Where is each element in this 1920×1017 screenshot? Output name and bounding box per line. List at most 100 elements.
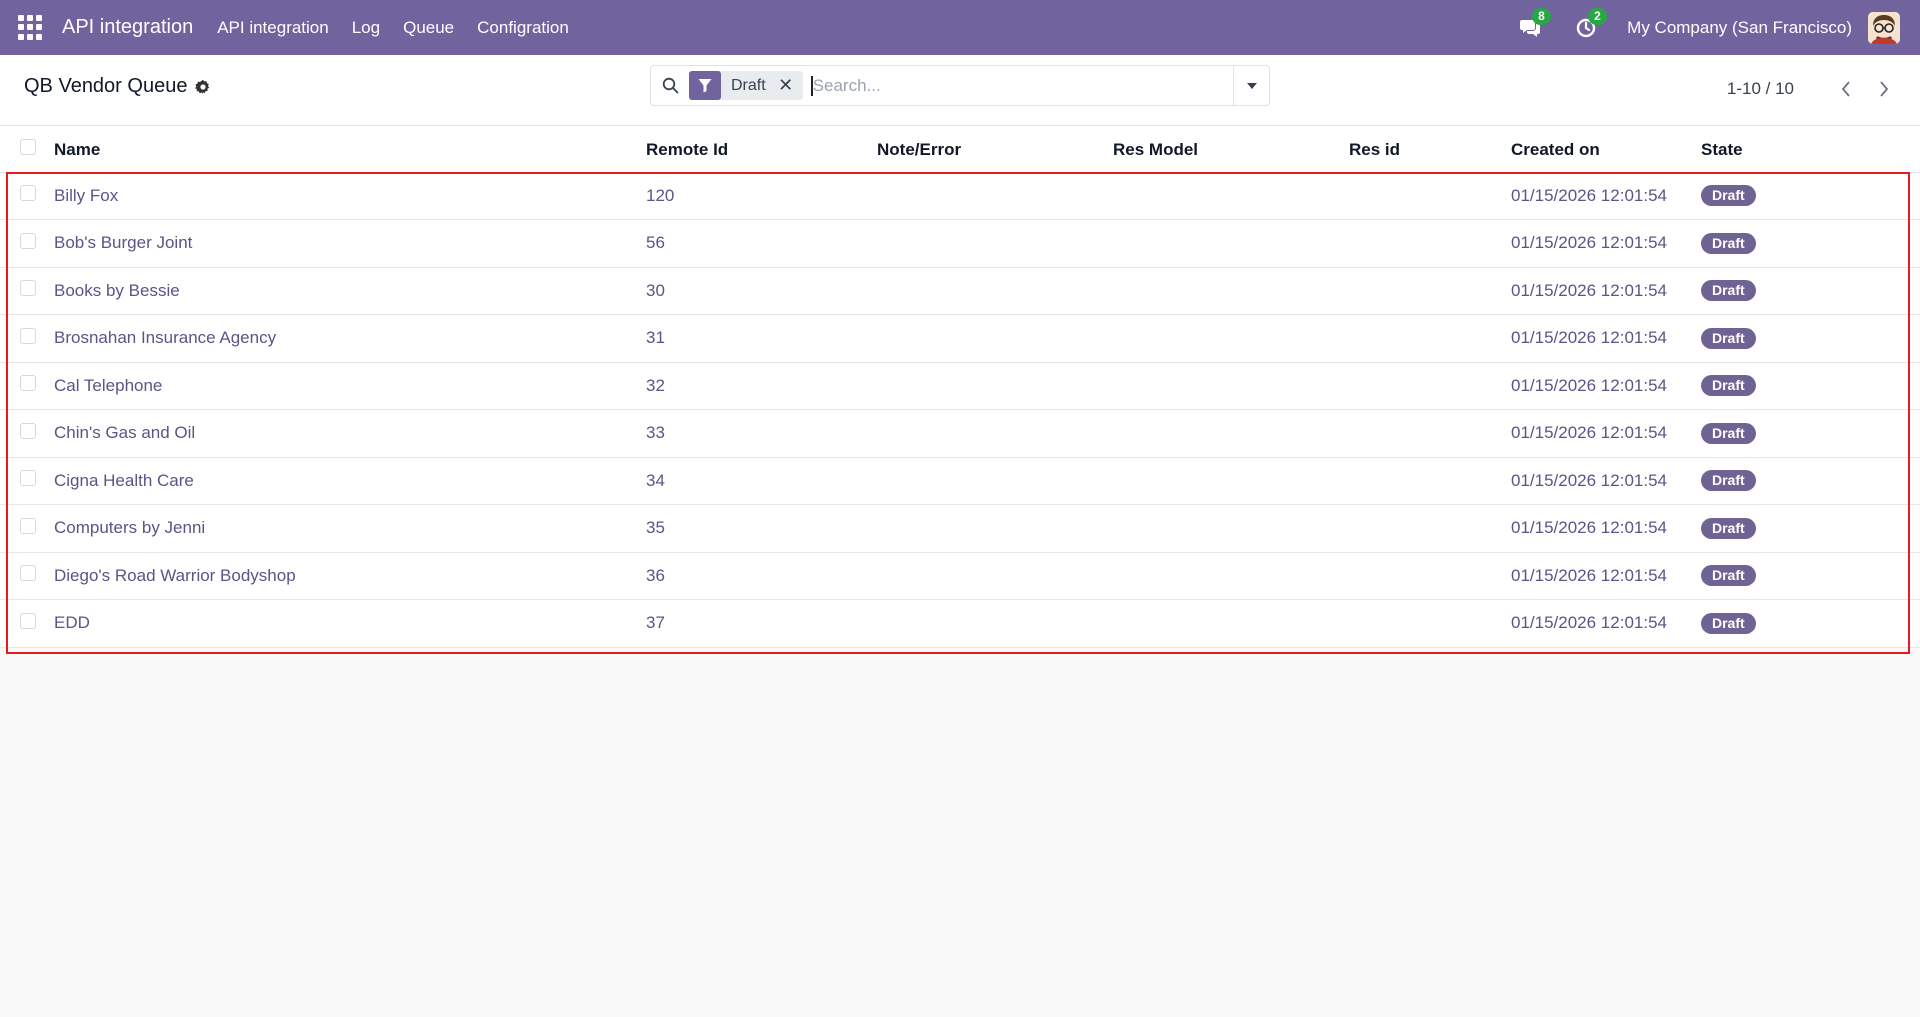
cell-created-on[interactable]: 01/15/2026 12:01:54 [1511, 314, 1701, 363]
menu-configration[interactable]: Configration [477, 18, 569, 38]
cell-state[interactable]: Draft [1701, 219, 1920, 268]
cell-res-model[interactable] [1113, 172, 1349, 220]
activities-button[interactable]: 2 [1571, 7, 1607, 43]
cell-created-on[interactable]: 01/15/2026 12:01:54 [1511, 219, 1701, 268]
cell-name[interactable]: EDD [54, 599, 646, 648]
row-checkbox[interactable] [20, 375, 36, 392]
cell-res-model[interactable] [1113, 314, 1349, 363]
pager-next-button[interactable] [1872, 77, 1896, 101]
cell-state[interactable]: Draft [1701, 552, 1920, 600]
cell-name[interactable]: Computers by Jenni [54, 504, 646, 553]
row-checkbox[interactable] [20, 232, 36, 249]
cell-res-model[interactable] [1113, 504, 1349, 553]
column-header-res-id[interactable]: Res id [1349, 126, 1511, 173]
cell-remote-id[interactable]: 36 [646, 552, 877, 600]
cell-res-model[interactable] [1113, 599, 1349, 648]
column-header-remote-id[interactable]: Remote Id [646, 126, 877, 173]
cell-res-model[interactable] [1113, 552, 1349, 600]
table-row[interactable]: Diego's Road Warrior Bodyshop 36 01/15/2… [0, 552, 1920, 600]
search-options-toggle[interactable] [1233, 66, 1269, 105]
cell-note-error[interactable] [877, 267, 1113, 315]
cell-state[interactable]: Draft [1701, 457, 1920, 505]
select-all-checkbox[interactable] [20, 139, 36, 156]
cell-state[interactable]: Draft [1701, 504, 1920, 553]
cell-state[interactable]: Draft [1701, 362, 1920, 410]
cell-created-on[interactable]: 01/15/2026 12:01:54 [1511, 409, 1701, 458]
cell-created-on[interactable]: 01/15/2026 12:01:54 [1511, 599, 1701, 648]
table-row[interactable]: Cal Telephone 32 01/15/2026 12:01:54 Dra… [0, 362, 1920, 410]
row-checkbox[interactable] [20, 327, 36, 344]
cell-remote-id[interactable]: 120 [646, 172, 877, 220]
column-header-name[interactable]: Name [54, 126, 646, 173]
cell-res-id[interactable] [1349, 457, 1511, 505]
cell-note-error[interactable] [877, 314, 1113, 363]
cell-state[interactable]: Draft [1701, 314, 1920, 363]
menu-log[interactable]: Log [352, 18, 380, 38]
cell-note-error[interactable] [877, 172, 1113, 220]
cell-res-id[interactable] [1349, 314, 1511, 363]
company-switcher[interactable]: My Company (San Francisco) [1627, 18, 1852, 38]
cell-res-id[interactable] [1349, 599, 1511, 648]
search-input[interactable] [810, 75, 1233, 96]
cell-name[interactable]: Bob's Burger Joint [54, 219, 646, 268]
gear-icon[interactable] [195, 79, 211, 95]
cell-note-error[interactable] [877, 599, 1113, 648]
cell-created-on[interactable]: 01/15/2026 12:01:54 [1511, 362, 1701, 410]
cell-note-error[interactable] [877, 504, 1113, 553]
cell-created-on[interactable]: 01/15/2026 12:01:54 [1511, 457, 1701, 505]
cell-res-id[interactable] [1349, 504, 1511, 553]
cell-name[interactable]: Chin's Gas and Oil [54, 409, 646, 458]
table-row[interactable]: Brosnahan Insurance Agency 31 01/15/2026… [0, 314, 1920, 363]
cell-res-id[interactable] [1349, 219, 1511, 268]
cell-name[interactable]: Cal Telephone [54, 362, 646, 410]
cell-state[interactable]: Draft [1701, 599, 1920, 648]
apps-menu-icon[interactable] [18, 14, 44, 41]
table-row[interactable]: Chin's Gas and Oil 33 01/15/2026 12:01:5… [0, 409, 1920, 458]
cell-note-error[interactable] [877, 409, 1113, 458]
column-header-created-on[interactable]: Created on [1511, 126, 1701, 173]
user-avatar[interactable] [1868, 11, 1900, 44]
cell-name[interactable]: Brosnahan Insurance Agency [54, 314, 646, 363]
facet-remove-icon[interactable]: ✕ [775, 75, 797, 96]
column-header-state[interactable]: State [1701, 126, 1920, 173]
cell-res-id[interactable] [1349, 362, 1511, 410]
cell-state[interactable]: Draft [1701, 172, 1920, 220]
cell-remote-id[interactable]: 32 [646, 362, 877, 410]
table-row[interactable]: Cigna Health Care 34 01/15/2026 12:01:54… [0, 457, 1920, 505]
table-row[interactable]: Bob's Burger Joint 56 01/15/2026 12:01:5… [0, 219, 1920, 268]
cell-res-id[interactable] [1349, 172, 1511, 220]
cell-name[interactable]: Books by Bessie [54, 267, 646, 315]
app-brand[interactable]: API integration [62, 16, 193, 39]
cell-created-on[interactable]: 01/15/2026 12:01:54 [1511, 267, 1701, 315]
pager-value[interactable]: 1-10 / 10 [1727, 79, 1794, 99]
row-checkbox[interactable] [20, 470, 36, 487]
cell-res-id[interactable] [1349, 409, 1511, 458]
cell-name[interactable]: Billy Fox [54, 172, 646, 220]
cell-remote-id[interactable]: 30 [646, 267, 877, 315]
cell-remote-id[interactable]: 37 [646, 599, 877, 648]
column-header-res-model[interactable]: Res Model [1113, 126, 1349, 173]
row-checkbox[interactable] [20, 280, 36, 297]
cell-note-error[interactable] [877, 457, 1113, 505]
cell-res-model[interactable] [1113, 219, 1349, 268]
menu-api-integration[interactable]: API integration [217, 18, 329, 38]
cell-note-error[interactable] [877, 552, 1113, 600]
row-checkbox[interactable] [20, 422, 36, 439]
table-row[interactable]: EDD 37 01/15/2026 12:01:54 Draft [0, 599, 1920, 648]
table-row[interactable]: Books by Bessie 30 01/15/2026 12:01:54 D… [0, 267, 1920, 315]
cell-remote-id[interactable]: 33 [646, 409, 877, 458]
pager-previous-button[interactable] [1834, 77, 1858, 101]
cell-name[interactable]: Diego's Road Warrior Bodyshop [54, 552, 646, 600]
cell-res-model[interactable] [1113, 267, 1349, 315]
column-header-note-error[interactable]: Note/Error [877, 126, 1113, 173]
row-checkbox[interactable] [20, 517, 36, 534]
row-checkbox[interactable] [20, 612, 36, 629]
cell-remote-id[interactable]: 56 [646, 219, 877, 268]
row-checkbox[interactable] [20, 185, 36, 202]
cell-note-error[interactable] [877, 362, 1113, 410]
messages-button[interactable]: 8 [1515, 7, 1551, 43]
cell-created-on[interactable]: 01/15/2026 12:01:54 [1511, 552, 1701, 600]
search-icon[interactable] [651, 77, 689, 94]
cell-name[interactable]: Cigna Health Care [54, 457, 646, 505]
row-checkbox[interactable] [20, 565, 36, 582]
